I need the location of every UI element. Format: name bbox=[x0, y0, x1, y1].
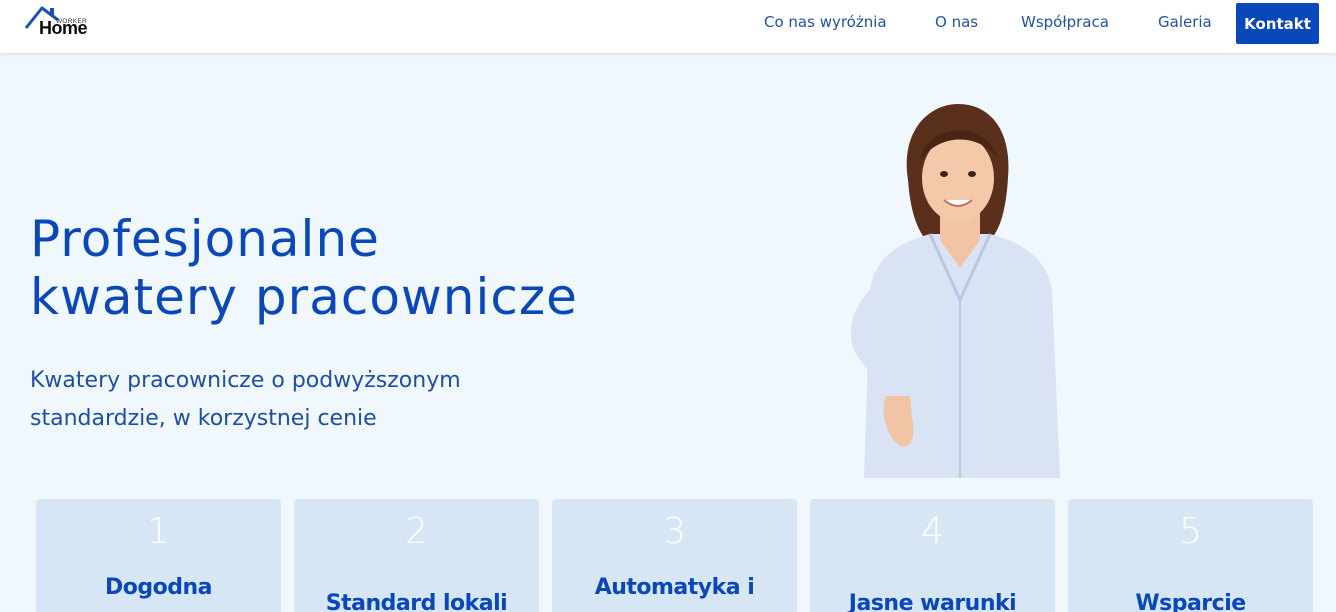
nav-link-cooperation[interactable]: Współpraca bbox=[1021, 13, 1109, 31]
hero-title-line-2: kwatery pracownicze bbox=[30, 268, 578, 326]
top-navbar: WORKER Home Co nas wyróżnia O nas Współp… bbox=[0, 0, 1336, 53]
feature-card[interactable]: 4 Jasne warunki bbox=[810, 499, 1055, 612]
nav-link-gallery[interactable]: Galeria bbox=[1158, 13, 1212, 31]
hero-title: Profesjonalne kwatery pracownicze bbox=[30, 210, 578, 326]
feature-card[interactable]: 1 Dogodna bbox=[36, 499, 281, 612]
feature-card[interactable]: 2 Standard lokali bbox=[294, 499, 539, 612]
feature-number: 5 bbox=[1179, 511, 1202, 552]
feature-title: Standard lokali bbox=[325, 591, 508, 612]
feature-title: Dogodna bbox=[105, 575, 213, 600]
contact-button[interactable]: Kontakt bbox=[1236, 3, 1319, 44]
feature-card[interactable]: 3 Automatyka i bbox=[552, 499, 797, 612]
hero-person-image bbox=[830, 100, 1070, 478]
feature-number: 4 bbox=[921, 511, 944, 552]
feature-title: Jasne warunki bbox=[848, 591, 1017, 612]
site-logo[interactable]: WORKER Home bbox=[24, 0, 94, 44]
feature-title: Wsparcie bbox=[1135, 591, 1246, 612]
hero-subtitle-line-2: standardzie, w korzystnej cenie bbox=[30, 406, 377, 431]
hero-subtitle-line-1: Kwatery pracownicze o podwyższonym bbox=[30, 368, 461, 393]
logo-home-text: Home bbox=[39, 18, 88, 38]
nav-link-features[interactable]: Co nas wyróżnia bbox=[764, 13, 887, 31]
feature-number: 2 bbox=[405, 511, 428, 552]
feature-title: Automatyka i bbox=[594, 575, 755, 600]
hero-subtitle: Kwatery pracownicze o podwyższonym stand… bbox=[30, 362, 550, 438]
feature-number: 1 bbox=[147, 511, 170, 552]
hero-title-line-1: Profesjonalne bbox=[30, 210, 380, 268]
feature-number: 3 bbox=[663, 511, 686, 552]
nav-link-about[interactable]: O nas bbox=[935, 13, 978, 31]
feature-card[interactable]: 5 Wsparcie bbox=[1068, 499, 1313, 612]
businesswoman-illustration bbox=[850, 104, 1060, 478]
